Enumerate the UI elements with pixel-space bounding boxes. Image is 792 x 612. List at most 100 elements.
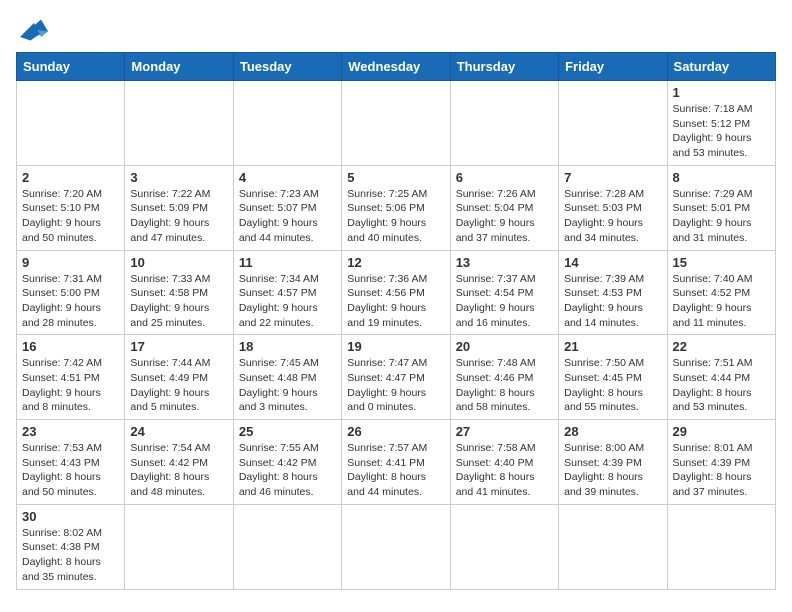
calendar-cell: 18 Sunrise: 7:45 AM Sunset: 4:48 PM Dayli… [233,335,341,420]
calendar: SundayMondayTuesdayWednesdayThursdayFrid… [16,52,776,590]
calendar-cell [667,504,775,589]
day-info: Sunrise: 8:01 AM Sunset: 4:39 PM Dayligh… [673,441,770,500]
logo [16,16,56,44]
day-number: 16 [22,339,119,354]
day-number: 26 [347,424,444,439]
day-number: 21 [564,339,661,354]
day-info: Sunrise: 8:02 AM Sunset: 4:38 PM Dayligh… [22,526,119,585]
day-info: Sunrise: 7:58 AM Sunset: 4:40 PM Dayligh… [456,441,553,500]
day-info: Sunrise: 7:45 AM Sunset: 4:48 PM Dayligh… [239,356,336,415]
day-number: 25 [239,424,336,439]
calendar-cell: 6Sunrise: 7:26 AM Sunset: 5:04 PM Daylig… [450,165,558,250]
calendar-cell: 11 Sunrise: 7:34 AM Sunset: 4:57 PM Dayli… [233,250,341,335]
calendar-cell: 19 Sunrise: 7:47 AM Sunset: 4:47 PM Dayli… [342,335,450,420]
calendar-cell: 8Sunrise: 7:29 AM Sunset: 5:01 PM Daylig… [667,165,775,250]
calendar-cell: 7 Sunrise: 7:28 AM Sunset: 5:03 PM Daylig… [559,165,667,250]
day-info: Sunrise: 7:48 AM Sunset: 4:46 PM Dayligh… [456,356,553,415]
day-info: Sunrise: 7:47 AM Sunset: 4:47 PM Dayligh… [347,356,444,415]
day-info: Sunrise: 7:26 AM Sunset: 5:04 PM Dayligh… [456,187,553,246]
calendar-cell [559,504,667,589]
day-info: Sunrise: 7:57 AM Sunset: 4:41 PM Dayligh… [347,441,444,500]
calendar-cell [17,81,125,166]
calendar-cell: 23Sunrise: 7:53 AM Sunset: 4:43 PM Dayli… [17,420,125,505]
day-info: Sunrise: 7:22 AM Sunset: 5:09 PM Dayligh… [130,187,227,246]
calendar-cell: 27 Sunrise: 7:58 AM Sunset: 4:40 PM Dayli… [450,420,558,505]
day-info: Sunrise: 7:55 AM Sunset: 4:42 PM Dayligh… [239,441,336,500]
calendar-header-row: SundayMondayTuesdayWednesdayThursdayFrid… [17,53,776,81]
calendar-cell: 12 Sunrise: 7:36 AM Sunset: 4:56 PM Dayli… [342,250,450,335]
day-number: 8 [673,170,770,185]
day-number: 4 [239,170,336,185]
day-number: 13 [456,255,553,270]
day-number: 29 [673,424,770,439]
calendar-cell: 24 Sunrise: 7:54 AM Sunset: 4:42 PM Dayli… [125,420,233,505]
calendar-cell [233,504,341,589]
calendar-cell [125,504,233,589]
calendar-cell [559,81,667,166]
calendar-cell: 13Sunrise: 7:37 AM Sunset: 4:54 PM Dayli… [450,250,558,335]
column-header-thursday: Thursday [450,53,558,81]
calendar-cell: 10Sunrise: 7:33 AM Sunset: 4:58 PM Dayli… [125,250,233,335]
calendar-cell: 5 Sunrise: 7:25 AM Sunset: 5:06 PM Daylig… [342,165,450,250]
day-info: Sunrise: 7:33 AM Sunset: 4:58 PM Dayligh… [130,272,227,331]
day-number: 7 [564,170,661,185]
calendar-cell [233,81,341,166]
calendar-cell: 26 Sunrise: 7:57 AM Sunset: 4:41 PM Dayli… [342,420,450,505]
day-number: 15 [673,255,770,270]
day-number: 11 [239,255,336,270]
day-info: Sunrise: 8:00 AM Sunset: 4:39 PM Dayligh… [564,441,661,500]
day-info: Sunrise: 7:53 AM Sunset: 4:43 PM Dayligh… [22,441,119,500]
column-header-friday: Friday [559,53,667,81]
calendar-cell: 29 Sunrise: 8:01 AM Sunset: 4:39 PM Dayli… [667,420,775,505]
calendar-cell: 14Sunrise: 7:39 AM Sunset: 4:53 PM Dayli… [559,250,667,335]
day-info: Sunrise: 7:42 AM Sunset: 4:51 PM Dayligh… [22,356,119,415]
day-number: 20 [456,339,553,354]
calendar-week-4: 16 Sunrise: 7:42 AM Sunset: 4:51 PM Dayli… [17,335,776,420]
day-info: Sunrise: 7:44 AM Sunset: 4:49 PM Dayligh… [130,356,227,415]
day-number: 24 [130,424,227,439]
calendar-cell: 1Sunrise: 7:18 AM Sunset: 5:12 PM Daylig… [667,81,775,166]
day-info: Sunrise: 7:25 AM Sunset: 5:06 PM Dayligh… [347,187,444,246]
calendar-cell: 20 Sunrise: 7:48 AM Sunset: 4:46 PM Dayli… [450,335,558,420]
calendar-week-2: 2Sunrise: 7:20 AM Sunset: 5:10 PM Daylig… [17,165,776,250]
day-info: Sunrise: 7:20 AM Sunset: 5:10 PM Dayligh… [22,187,119,246]
day-info: Sunrise: 7:28 AM Sunset: 5:03 PM Dayligh… [564,187,661,246]
day-info: Sunrise: 7:40 AM Sunset: 4:52 PM Dayligh… [673,272,770,331]
calendar-cell: 2Sunrise: 7:20 AM Sunset: 5:10 PM Daylig… [17,165,125,250]
day-number: 22 [673,339,770,354]
column-header-wednesday: Wednesday [342,53,450,81]
day-number: 28 [564,424,661,439]
day-number: 9 [22,255,119,270]
calendar-cell [342,81,450,166]
calendar-week-1: 1Sunrise: 7:18 AM Sunset: 5:12 PM Daylig… [17,81,776,166]
calendar-week-3: 9 Sunrise: 7:31 AM Sunset: 5:00 PM Daylig… [17,250,776,335]
day-number: 5 [347,170,444,185]
day-number: 19 [347,339,444,354]
calendar-week-5: 23Sunrise: 7:53 AM Sunset: 4:43 PM Dayli… [17,420,776,505]
calendar-cell: 25 Sunrise: 7:55 AM Sunset: 4:42 PM Dayli… [233,420,341,505]
day-info: Sunrise: 7:18 AM Sunset: 5:12 PM Dayligh… [673,102,770,161]
day-info: Sunrise: 7:31 AM Sunset: 5:00 PM Dayligh… [22,272,119,331]
day-info: Sunrise: 7:54 AM Sunset: 4:42 PM Dayligh… [130,441,227,500]
day-info: Sunrise: 7:51 AM Sunset: 4:44 PM Dayligh… [673,356,770,415]
day-info: Sunrise: 7:23 AM Sunset: 5:07 PM Dayligh… [239,187,336,246]
day-info: Sunrise: 7:36 AM Sunset: 4:56 PM Dayligh… [347,272,444,331]
day-number: 3 [130,170,227,185]
day-number: 17 [130,339,227,354]
calendar-cell [450,504,558,589]
day-number: 27 [456,424,553,439]
day-number: 30 [22,509,119,524]
day-info: Sunrise: 7:39 AM Sunset: 4:53 PM Dayligh… [564,272,661,331]
calendar-cell [125,81,233,166]
calendar-cell [450,81,558,166]
calendar-cell: 28 Sunrise: 8:00 AM Sunset: 4:39 PM Dayli… [559,420,667,505]
day-number: 12 [347,255,444,270]
day-number: 18 [239,339,336,354]
day-info: Sunrise: 7:50 AM Sunset: 4:45 PM Dayligh… [564,356,661,415]
calendar-cell: 15 Sunrise: 7:40 AM Sunset: 4:52 PM Dayli… [667,250,775,335]
day-info: Sunrise: 7:34 AM Sunset: 4:57 PM Dayligh… [239,272,336,331]
logo-icon [16,16,52,44]
header [16,16,776,44]
calendar-cell: 9 Sunrise: 7:31 AM Sunset: 5:00 PM Daylig… [17,250,125,335]
calendar-cell: 21 Sunrise: 7:50 AM Sunset: 4:45 PM Dayli… [559,335,667,420]
